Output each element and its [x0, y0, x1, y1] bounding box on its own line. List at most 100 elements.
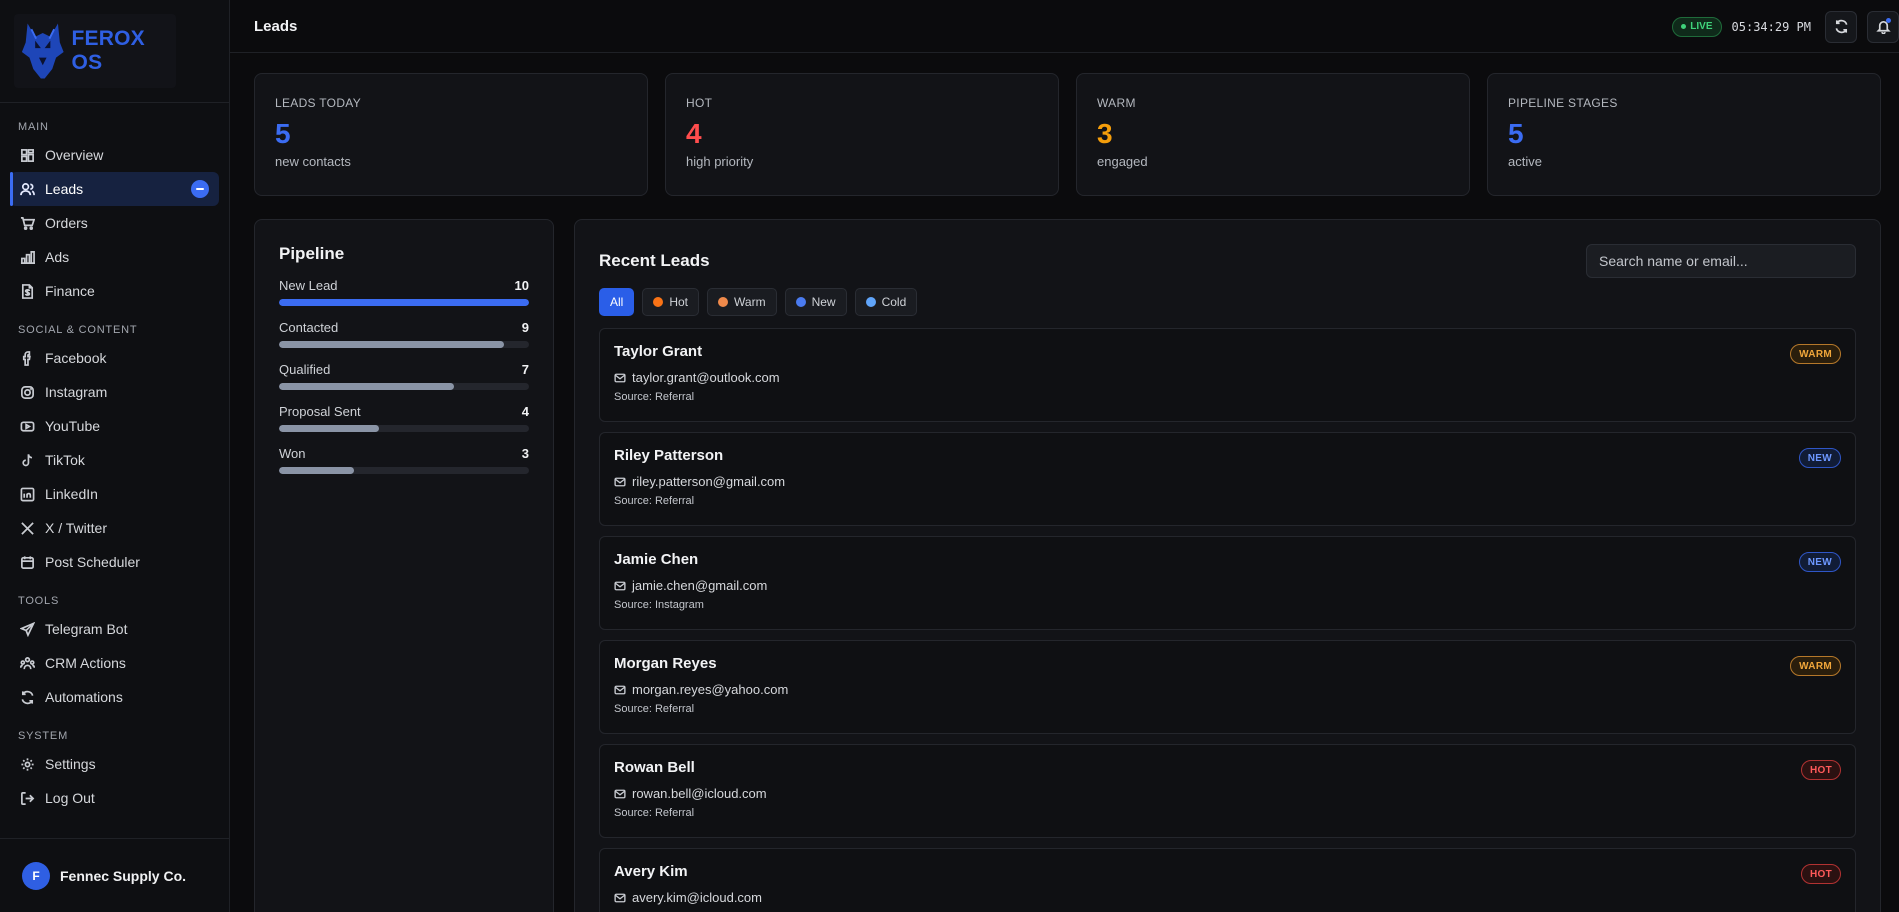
lead-email: rowan.bell@icloud.com — [632, 786, 767, 801]
filter-chip-new[interactable]: New — [784, 288, 847, 316]
stage-head: New Lead 10 — [279, 278, 529, 293]
lead-email: taylor.grant@outlook.com — [632, 370, 780, 385]
sidebar-item-label: Finance — [45, 283, 95, 299]
sidebar-item-label: Automations — [45, 689, 123, 705]
sidebar-item-linkedin[interactable]: LinkedIn — [10, 477, 219, 511]
sidebar-item-finance[interactable]: Finance — [10, 274, 219, 308]
status-badge: HOT — [1800, 760, 1841, 780]
pipeline-stage: Qualified 7 — [279, 362, 529, 390]
pipeline-stage: New Lead 10 — [279, 278, 529, 306]
sidebar-item-telegram-bot[interactable]: Telegram Bot — [10, 612, 219, 646]
sidebar-item-automations[interactable]: Automations — [10, 680, 219, 714]
sidebar-item-settings[interactable]: Settings — [10, 747, 219, 781]
sidebar-item-tiktok[interactable]: TikTok — [10, 443, 219, 477]
filter-chip-warm[interactable]: Warm — [707, 288, 777, 316]
topbar-actions: LIVE 05:34:29 PM — [1672, 0, 1899, 53]
lead-card[interactable]: Jamie Chen jamie.chen@gmail.com Source: In… — [599, 536, 1856, 630]
pipeline-stage: Contacted 9 — [279, 320, 529, 348]
recent-leads-panel: Recent Leads All Hot Warm New Cold Taylor Gr… — [574, 219, 1881, 912]
wolf-logo-icon — [21, 23, 64, 79]
sidebar-item-leads[interactable]: Leads — [10, 172, 219, 206]
sidebar-item-youtube[interactable]: YouTube — [10, 409, 219, 443]
lead-name: Morgan Reyes — [614, 655, 717, 672]
filter-chip-label: New — [811, 295, 836, 309]
lead-card[interactable]: Morgan Reyes morgan.reyes@yahoo.com Source… — [599, 640, 1856, 734]
pipeline-stage-list: New Lead 10 Contacted 9 Qualified 7 Proposal S… — [279, 278, 529, 474]
stat-label: LEADS TODAY — [275, 96, 361, 110]
mail-icon — [614, 477, 626, 486]
stage-head: Proposal Sent 4 — [279, 404, 529, 419]
stat-value: 4 — [686, 118, 702, 149]
filter-chip-label: All — [610, 295, 624, 309]
stage-bar-track — [279, 299, 529, 306]
filter-chip-hot[interactable]: Hot — [642, 288, 700, 316]
sidebar-item-orders[interactable]: Orders — [10, 206, 219, 240]
search-input[interactable] — [1586, 244, 1856, 278]
status-badge: WARM — [1790, 656, 1841, 676]
sidebar-item-label: Orders — [45, 215, 88, 231]
calendar-icon — [21, 555, 34, 569]
sidebar-item-post-scheduler[interactable]: Post Scheduler — [10, 545, 219, 579]
lead-email: riley.patterson@gmail.com — [632, 474, 786, 489]
main-content: Leads LIVE 05:34:29 PM LEADS TODAY 5 new… — [230, 0, 1899, 912]
status-badge: NEW — [1798, 552, 1841, 572]
account-switcher[interactable]: F Fennec Supply Co. — [0, 838, 229, 912]
lead-source: Source: Referral — [614, 703, 695, 715]
collapse-badge-icon[interactable] — [191, 180, 209, 198]
stage-name: Proposal Sent — [279, 404, 361, 419]
sidebar-item-label: Log Out — [45, 790, 95, 806]
sidebar-item-overview[interactable]: Overview — [10, 138, 219, 172]
stat-sub: engaged — [1097, 154, 1148, 169]
filter-chip-label: Cold — [881, 295, 907, 309]
sidebar-item-label: TikTok — [45, 452, 85, 468]
page-title: Leads — [254, 17, 298, 35]
lead-source: Source: Referral — [614, 807, 695, 819]
sidebar-item-label: Post Scheduler — [45, 554, 140, 570]
lead-email-row: avery.kim@icloud.com — [614, 890, 1841, 905]
stat-label: WARM — [1097, 96, 1136, 110]
brand-logo-box[interactable]: FEROX OS — [14, 14, 176, 88]
sidebar-item-instagram[interactable]: Instagram — [10, 375, 219, 409]
filter-chip-all[interactable]: All — [599, 288, 635, 316]
x-logo-icon — [21, 521, 34, 535]
stage-head: Contacted 9 — [279, 320, 529, 335]
filter-chip-cold[interactable]: Cold — [854, 288, 918, 316]
stage-count: 3 — [521, 446, 529, 461]
stage-bar-track — [279, 425, 529, 432]
sidebar-nav: MAIN Overview Leads Orders Ads Finance S… — [0, 103, 229, 838]
lead-card[interactable]: Avery Kimavery.kim@icloud.comSource: Ref… — [599, 848, 1856, 912]
stat-sub: new contacts — [275, 154, 351, 169]
stat-sub: active — [1508, 154, 1542, 169]
sidebar-item-ads[interactable]: Ads — [10, 240, 219, 274]
lead-card[interactable]: Rowan Bell rowan.bell@icloud.com Source: R… — [599, 744, 1856, 838]
sidebar-item-x-twitter[interactable]: X / Twitter — [10, 511, 219, 545]
stage-name: New Lead — [279, 278, 338, 293]
sidebar: FEROX OS MAIN Overview Leads Orders Ads — [0, 0, 230, 912]
sidebar-item-label: Settings — [45, 756, 96, 772]
status-badge: WARM — [1790, 344, 1841, 364]
brand-name: FEROX OS — [71, 27, 145, 74]
sidebar-item-log-out[interactable]: Log Out — [10, 781, 219, 815]
lead-email-row: taylor.grant@outlook.com — [614, 370, 1841, 385]
filter-chip-label: Warm — [734, 295, 766, 309]
mail-icon — [614, 373, 626, 382]
sidebar-item-label: Telegram Bot — [45, 621, 128, 637]
lead-card[interactable]: Taylor Grant taylor.grant@outlook.com Sour… — [599, 328, 1856, 422]
sidebar-item-label: Ads — [45, 249, 70, 265]
stage-bar-track — [279, 341, 529, 348]
stat-card-pipeline-stages: PIPELINE STAGES 5 active — [1487, 73, 1881, 196]
sidebar-item-facebook[interactable]: Facebook — [10, 341, 219, 375]
sidebar-item-crm-actions[interactable]: CRM Actions — [10, 646, 219, 680]
notifications-button[interactable] — [1867, 10, 1899, 43]
sidebar-item-label: Overview — [45, 147, 104, 163]
lead-card[interactable]: Riley Patterson riley.patterson@gmail.com… — [599, 432, 1856, 526]
stage-bar-fill — [279, 425, 379, 432]
recent-leads-title: Recent Leads — [599, 251, 710, 270]
sidebar-item-label: CRM Actions — [45, 655, 126, 671]
stats-row: LEADS TODAY 5 new contacts HOT 4 high pr… — [254, 73, 1881, 196]
refresh-button[interactable] — [1825, 10, 1857, 43]
sidebar-item-label: Facebook — [45, 350, 107, 366]
pipeline-stage: Won 3 — [279, 446, 529, 474]
pipeline-stage: Proposal Sent 4 — [279, 404, 529, 432]
